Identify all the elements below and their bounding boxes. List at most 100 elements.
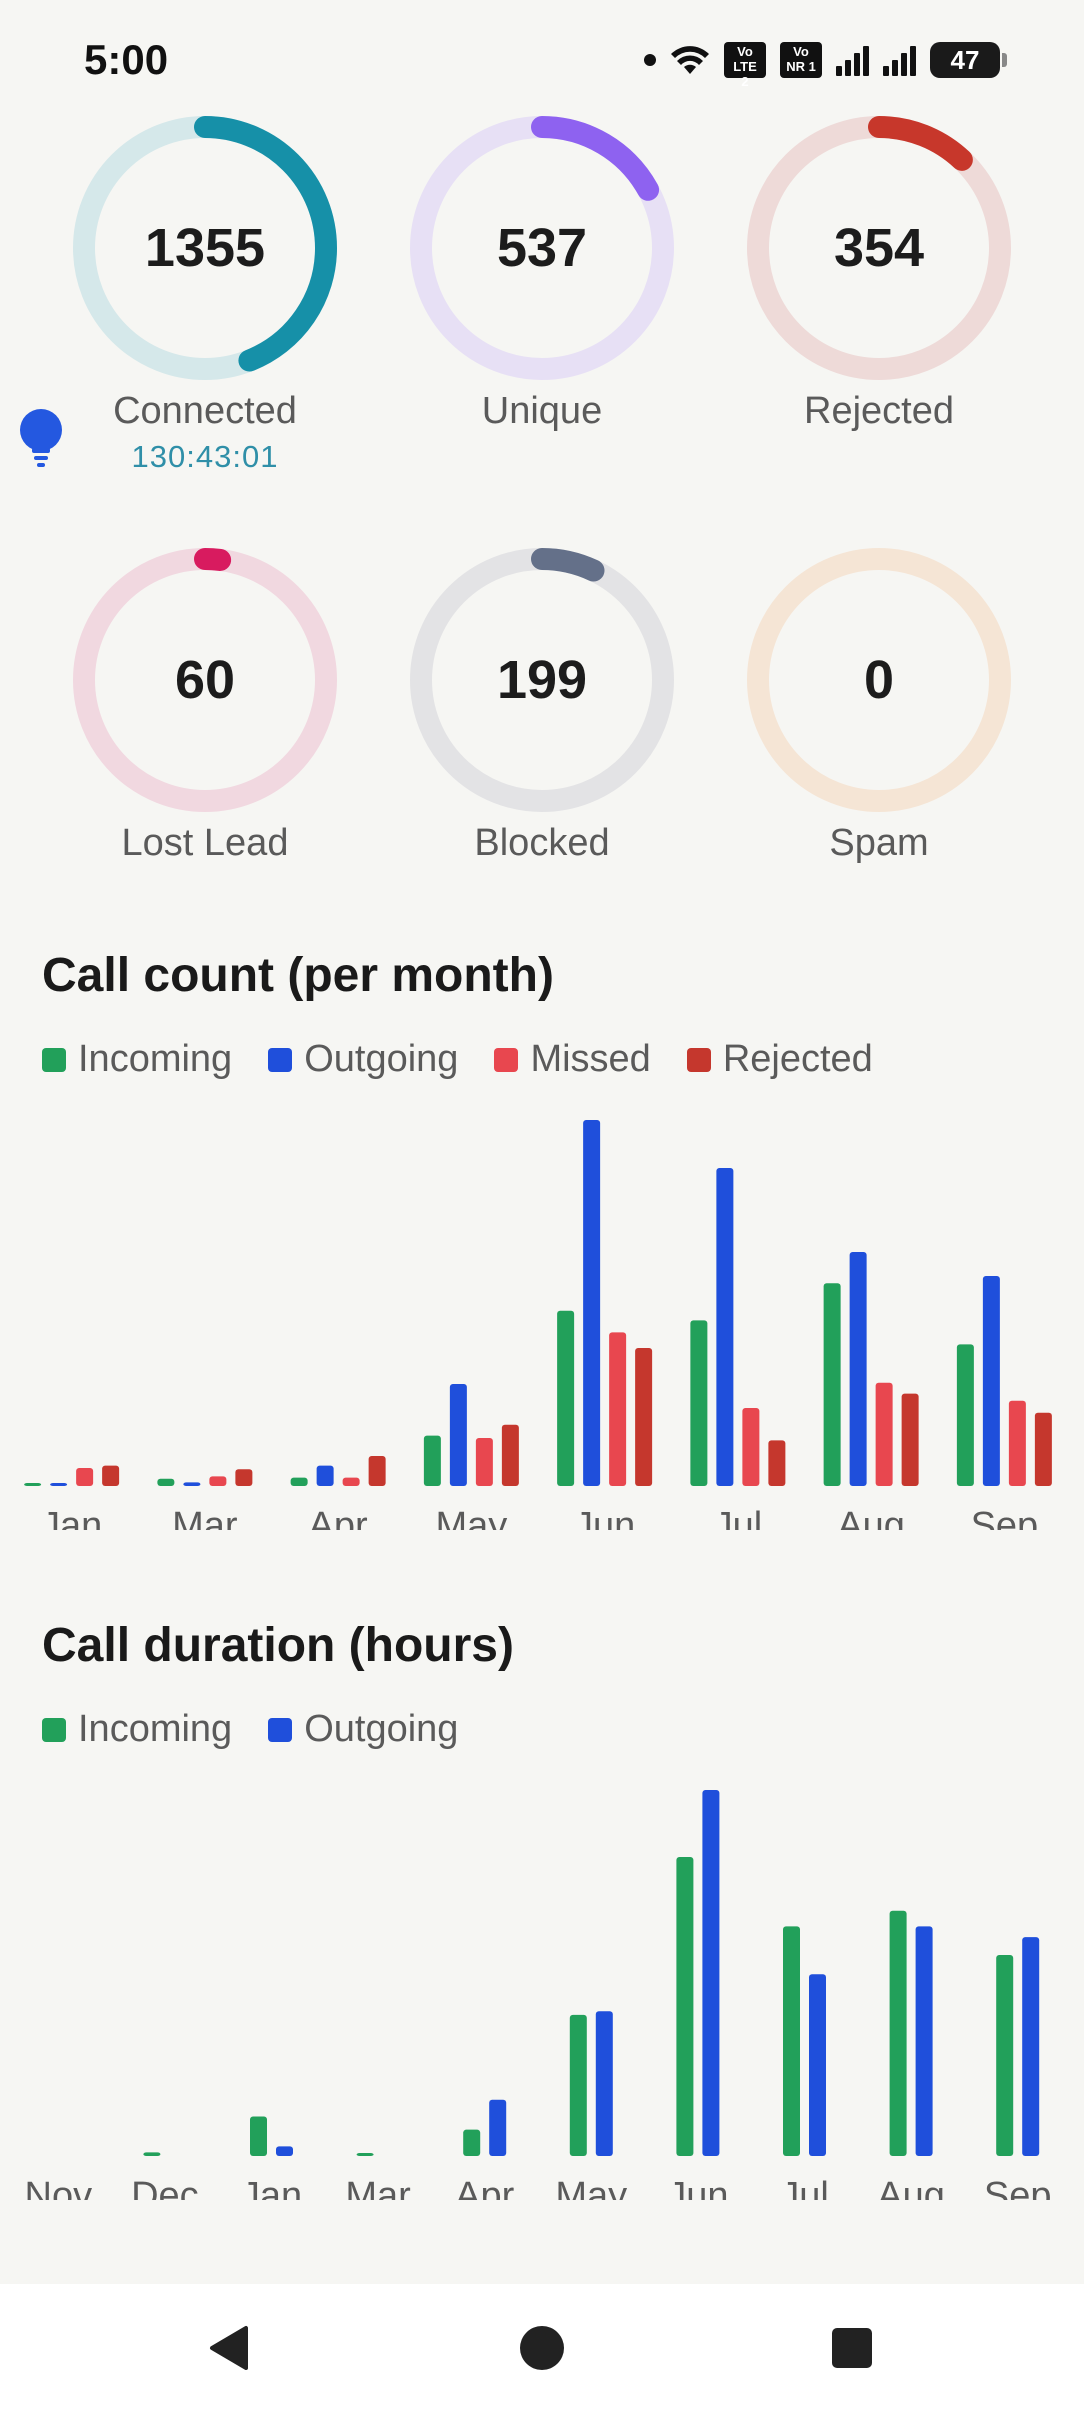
bar-outgoing-jul[interactable] <box>809 1974 826 2156</box>
legend-label: Missed <box>530 1038 651 1080</box>
bar-outgoing-jan[interactable] <box>50 1483 68 1486</box>
bar-missed-jan[interactable] <box>76 1468 94 1486</box>
bar-incoming-jan[interactable] <box>24 1483 42 1486</box>
back-button[interactable] <box>198 2316 262 2380</box>
bar-outgoing-jun[interactable] <box>583 1120 601 1486</box>
bar-incoming-mar[interactable] <box>157 1478 175 1486</box>
bar-incoming-dec[interactable] <box>143 2152 161 2156</box>
legend-swatch <box>494 1047 519 1072</box>
x-tick-label: May <box>435 1505 507 1530</box>
stat-label: Unique <box>481 390 603 432</box>
legend-label: Outgoing <box>304 1038 459 1080</box>
bar-incoming-jan[interactable] <box>250 2116 267 2156</box>
bar-rejected-jun[interactable] <box>635 1348 653 1486</box>
legend-swatch <box>268 1047 293 1072</box>
bar-outgoing-jan[interactable] <box>276 2146 293 2156</box>
stat-spam[interactable]: 0 Spam <box>709 544 1049 865</box>
x-tick-label: Sep <box>984 2175 1052 2200</box>
bar-outgoing-sep[interactable] <box>982 1276 1000 1486</box>
stat-label: Blocked <box>474 822 610 864</box>
bar-rejected-mar[interactable] <box>235 1469 253 1486</box>
bar-incoming-jun[interactable] <box>676 1856 694 2156</box>
legend-swatch <box>42 1717 66 1742</box>
stat-blocked[interactable]: 199 Blocked <box>372 544 712 865</box>
call-duration-title: Call duration (hours) <box>42 1619 514 1672</box>
bar-rejected-jan[interactable] <box>102 1465 120 1486</box>
bar-incoming-aug[interactable] <box>823 1283 841 1486</box>
x-tick-label: Sep <box>971 1505 1039 1530</box>
bar-outgoing-jun[interactable] <box>702 1790 720 2156</box>
x-tick-label: Jul <box>780 2175 829 2200</box>
stat-lost-lead[interactable]: 60 Lost Lead <box>35 544 375 865</box>
bar-incoming-apr[interactable] <box>290 1477 308 1486</box>
stat-label: Lost Lead <box>121 822 289 864</box>
bar-incoming-jul[interactable] <box>783 1926 800 2156</box>
stat-ring: 354 <box>743 112 1015 384</box>
bar-incoming-sep[interactable] <box>996 1955 1014 2156</box>
bar-incoming-jul[interactable] <box>690 1320 708 1486</box>
recents-button[interactable] <box>820 2316 884 2380</box>
bar-rejected-sep[interactable] <box>1034 1412 1052 1486</box>
bar-incoming-may[interactable] <box>423 1435 441 1486</box>
x-tick-label: Mar <box>345 2175 411 2200</box>
stat-ring: 537 <box>406 112 678 384</box>
x-tick-label: Jan <box>241 2175 302 2200</box>
lightbulb-icon[interactable] <box>18 408 64 468</box>
legend-item-incoming[interactable]: Incoming <box>42 1038 232 1081</box>
bar-missed-apr[interactable] <box>342 1477 360 1486</box>
status-time: 5:00 <box>84 36 169 83</box>
bar-missed-jul[interactable] <box>742 1408 760 1486</box>
legend-item-outgoing[interactable]: Outgoing <box>268 1708 458 1751</box>
bar-incoming-sep[interactable] <box>956 1344 974 1486</box>
x-tick-label: Jun <box>667 2175 728 2200</box>
bar-outgoing-apr[interactable] <box>316 1465 334 1486</box>
x-tick-label: Jan <box>41 1505 102 1530</box>
stat-value: 0 <box>863 650 895 710</box>
bar-outgoing-may[interactable] <box>449 1384 467 1486</box>
stat-label: Rejected <box>804 390 954 432</box>
bar-incoming-aug[interactable] <box>889 1910 907 2156</box>
bar-outgoing-aug[interactable] <box>849 1252 867 1486</box>
bar-rejected-may[interactable] <box>501 1424 519 1486</box>
bar-outgoing-aug[interactable] <box>915 1926 933 2156</box>
stat-value: 537 <box>496 218 588 278</box>
bar-outgoing-sep[interactable] <box>1022 1937 1040 2156</box>
legend-item-incoming[interactable]: Incoming <box>42 1708 232 1751</box>
volte-sim2-icon: Vo LTE 2 <box>724 42 766 89</box>
bar-missed-jun[interactable] <box>609 1332 627 1486</box>
legend-label: Outgoing <box>304 1708 459 1750</box>
stat-rejected[interactable]: 354 Rejected <box>709 112 1049 433</box>
bar-missed-sep[interactable] <box>1008 1400 1026 1486</box>
bar-incoming-jun[interactable] <box>557 1310 575 1486</box>
home-button[interactable] <box>510 2316 574 2380</box>
legend-swatch <box>686 1047 711 1072</box>
legend-swatch <box>42 1047 66 1072</box>
bar-incoming-may[interactable] <box>569 2014 587 2156</box>
bar-rejected-aug[interactable] <box>901 1393 919 1486</box>
legend-item-rejected[interactable]: Rejected <box>686 1038 873 1081</box>
bar-outgoing-apr[interactable] <box>489 2099 507 2156</box>
bar-rejected-jul[interactable] <box>768 1440 786 1486</box>
bar-rejected-apr[interactable] <box>368 1456 386 1486</box>
bar-missed-may[interactable] <box>475 1438 493 1486</box>
home-circle-icon <box>520 2326 564 2370</box>
bar-incoming-apr[interactable] <box>463 2129 481 2156</box>
status-bar: 5:00 Vo LTE 2 Vo NR 1 47 <box>0 0 1084 120</box>
signal-sim2-icon <box>883 44 916 76</box>
bar-outgoing-mar[interactable] <box>183 1482 201 1486</box>
x-tick-label: Apr <box>309 1505 368 1530</box>
stat-duration: 130:43:01 <box>131 439 279 474</box>
legend-item-missed[interactable]: Missed <box>494 1038 651 1081</box>
bar-missed-aug[interactable] <box>875 1382 893 1486</box>
bar-outgoing-jul[interactable] <box>716 1168 734 1486</box>
bar-missed-mar[interactable] <box>209 1476 227 1486</box>
stat-connected[interactable]: 1355 Connected 130:43:01 <box>35 112 375 475</box>
legend-item-outgoing[interactable]: Outgoing <box>268 1038 458 1081</box>
wifi-icon <box>671 46 709 74</box>
stat-unique[interactable]: 537 Unique <box>372 112 712 433</box>
call-count-legend: Incoming Outgoing Missed Rejected <box>42 1038 873 1081</box>
bar-outgoing-may[interactable] <box>595 2011 613 2156</box>
bar-incoming-mar[interactable] <box>356 2153 374 2156</box>
x-tick-label: Dec <box>131 2175 199 2200</box>
call-count-chart: Jan Mar Apr May Jun Jul Aug Sep <box>24 1120 1052 1530</box>
